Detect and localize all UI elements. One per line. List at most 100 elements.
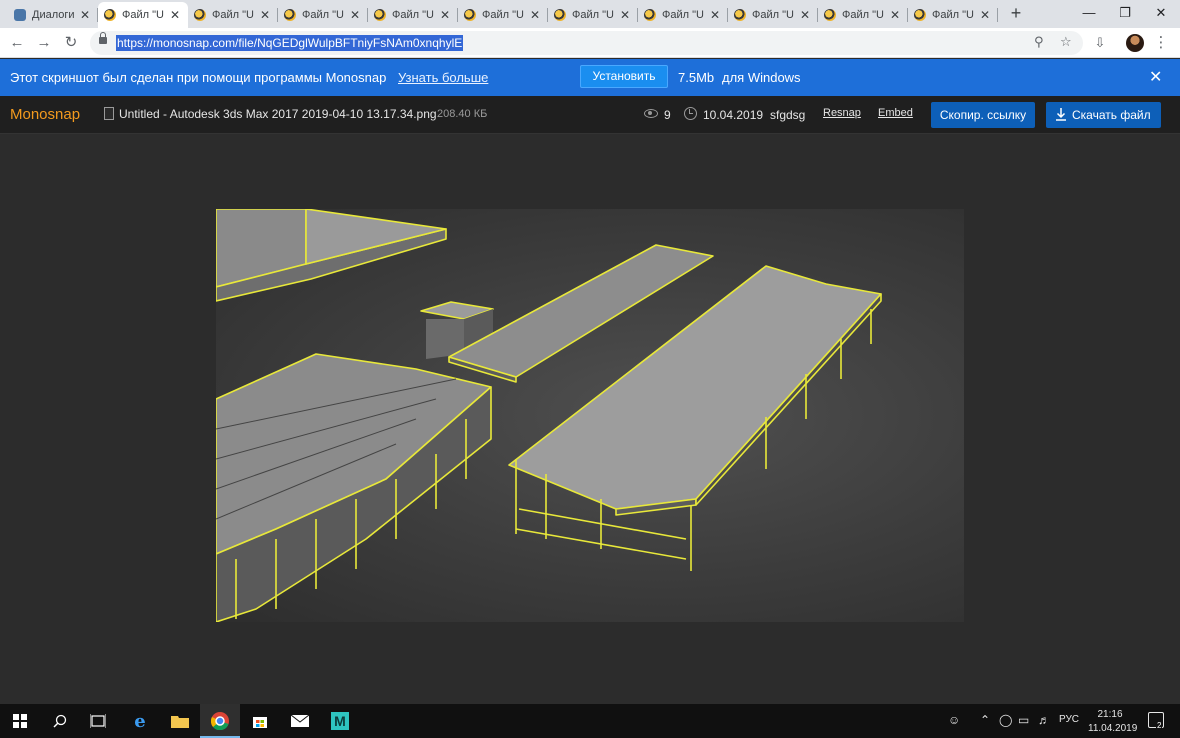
browser-tab[interactable]: Файл "U ✕ xyxy=(368,2,458,28)
lock-icon xyxy=(99,32,107,44)
close-window-button[interactable]: ✕ xyxy=(1138,0,1180,28)
close-tab-icon[interactable]: ✕ xyxy=(168,8,182,22)
tab-title: Файл "U xyxy=(572,9,614,21)
close-tab-icon[interactable]: ✕ xyxy=(978,8,992,22)
close-tab-icon[interactable]: ✕ xyxy=(438,8,452,22)
install-button[interactable]: Установить xyxy=(580,65,668,88)
monosnap-logo[interactable]: Monosnap xyxy=(10,106,80,123)
browser-tab[interactable]: Диалоги ✕ xyxy=(8,2,98,28)
upload-date: 10.04.2019 xyxy=(703,108,764,122)
reload-button[interactable]: ↻ xyxy=(60,32,82,54)
menu-kebab-icon[interactable]: ⋮ xyxy=(1150,32,1172,54)
close-tab-icon[interactable]: ✕ xyxy=(708,8,722,22)
monosnap-icon xyxy=(194,9,206,21)
monosnap-icon xyxy=(464,9,476,21)
windows-taskbar: e M ☺ ⌃ ◯ ▭ ♬ РУС 21:16 11.04.2019 2 xyxy=(0,704,1180,738)
close-tab-icon[interactable]: ✕ xyxy=(618,8,632,22)
promo-banner: Этот скриншот был сделан при помощи прог… xyxy=(0,59,1180,96)
download-file-button[interactable]: Скачать файл xyxy=(1046,102,1161,128)
browser-tab[interactable]: Файл "U ✕ xyxy=(548,2,638,28)
browser-toolbar: ← → ↻ https://monosnap.com/file/NqGEDglW… xyxy=(0,28,1180,58)
3d-scene-render xyxy=(216,209,882,622)
browser-tab-strip: Диалоги ✕ Файл "U ✕ Файл "U ✕ Файл "U ✕ Файл "U ✕… xyxy=(0,0,1180,28)
monosnap-app[interactable]: M xyxy=(320,704,360,738)
monosnap-icon xyxy=(374,9,386,21)
start-button[interactable] xyxy=(0,704,40,738)
forward-button[interactable]: → xyxy=(33,32,55,54)
clock-date[interactable]: 11.04.2019 xyxy=(1088,723,1137,734)
address-bar[interactable]: https://monosnap.com/file/NqGEDglWulpBFT… xyxy=(90,31,1083,55)
tab-title: Файл "U xyxy=(392,9,434,21)
learn-more-link[interactable]: Узнать больше xyxy=(398,70,488,85)
file-name: Untitled - Autodesk 3ds Max 2017 2019-04… xyxy=(119,107,437,121)
monosnap-icon xyxy=(644,9,656,21)
search-button[interactable] xyxy=(40,704,80,738)
back-button[interactable]: ← xyxy=(6,32,28,54)
close-tab-icon[interactable]: ✕ xyxy=(528,8,542,22)
store-app[interactable] xyxy=(240,704,280,738)
clock-time[interactable]: 21:16 xyxy=(1088,709,1132,720)
tab-title: Файл "U xyxy=(212,9,254,21)
close-tab-icon[interactable]: ✕ xyxy=(888,8,902,22)
close-tab-icon[interactable]: ✕ xyxy=(798,8,812,22)
resnap-link[interactable]: Resnap xyxy=(823,107,861,119)
edge-icon: e xyxy=(134,710,146,732)
windows-logo-icon xyxy=(13,714,27,728)
close-banner-icon[interactable]: ✕ xyxy=(1149,67,1162,87)
image-viewer xyxy=(0,134,1180,704)
new-tab-button[interactable]: + xyxy=(1006,3,1026,25)
file-size: 208.40 КБ xyxy=(437,108,488,120)
display-icon[interactable]: ▭ xyxy=(1018,713,1029,727)
close-tab-icon[interactable]: ✕ xyxy=(348,8,362,22)
banner-os: для Windows xyxy=(722,70,801,85)
monosnap-icon xyxy=(914,9,926,21)
monosnap-icon xyxy=(824,9,836,21)
tab-title: Файл "U xyxy=(122,9,164,21)
copy-link-button[interactable]: Скопир. ссылку xyxy=(931,102,1035,128)
eye-icon xyxy=(644,109,658,118)
close-tab-icon[interactable]: ✕ xyxy=(78,8,92,22)
chevron-up-icon[interactable]: ⌃ xyxy=(980,713,990,727)
mail-app[interactable] xyxy=(280,704,320,738)
download-icon xyxy=(1056,108,1066,121)
tab-title: Файл "U xyxy=(482,9,524,21)
view-count: 9 xyxy=(664,108,671,122)
browser-tab[interactable]: Файл "U ✕ xyxy=(188,2,278,28)
task-view-icon xyxy=(90,714,106,728)
vk-icon xyxy=(14,9,26,21)
volume-icon[interactable]: ♬ xyxy=(1038,713,1050,727)
search-icon xyxy=(53,714,67,728)
browser-tab[interactable]: Файл "U ✕ xyxy=(458,2,548,28)
monosnap-icon xyxy=(284,9,296,21)
browser-tab[interactable]: Файл "U ✕ xyxy=(638,2,728,28)
task-view-button[interactable] xyxy=(78,704,118,738)
monosnap-icon xyxy=(734,9,746,21)
user-name: sfgdsg xyxy=(770,108,806,122)
language-indicator[interactable]: РУС xyxy=(1059,714,1079,725)
people-icon[interactable]: ☺ xyxy=(948,713,960,727)
network-icon[interactable]: ◯ xyxy=(999,713,1012,727)
clock-icon xyxy=(684,107,697,120)
embed-link[interactable]: Embed xyxy=(878,107,913,119)
browser-tab[interactable]: Файл "U ✕ xyxy=(98,2,188,28)
browser-tab[interactable]: Файл "U ✕ xyxy=(278,2,368,28)
tab-title: Файл "U xyxy=(662,9,704,21)
chrome-app[interactable] xyxy=(200,704,240,738)
mail-icon xyxy=(291,715,309,727)
bookmark-star-icon[interactable]: ☆ xyxy=(1060,34,1072,50)
close-tab-icon[interactable]: ✕ xyxy=(258,8,272,22)
tab-title: Файл "U xyxy=(752,9,794,21)
browser-tab[interactable]: Файл "U ✕ xyxy=(818,2,908,28)
profile-avatar[interactable] xyxy=(1126,34,1144,52)
browser-tab[interactable]: Файл "U ✕ xyxy=(908,2,998,28)
banner-text: Этот скриншот был сделан при помощи прог… xyxy=(10,70,387,85)
zoom-icon[interactable]: ⚲ xyxy=(1034,34,1044,50)
monosnap-taskbar-icon: M xyxy=(331,712,349,730)
browser-tab[interactable]: Файл "U ✕ xyxy=(728,2,818,28)
edge-app[interactable]: e xyxy=(120,704,160,738)
explorer-app[interactable] xyxy=(160,704,200,738)
download-label: Скачать файл xyxy=(1072,108,1151,122)
screenshot-image[interactable] xyxy=(216,209,964,622)
download-status-icon[interactable]: ⇩ xyxy=(1089,32,1111,54)
url-text[interactable]: https://monosnap.com/file/NqGEDglWulpBFT… xyxy=(116,35,464,51)
